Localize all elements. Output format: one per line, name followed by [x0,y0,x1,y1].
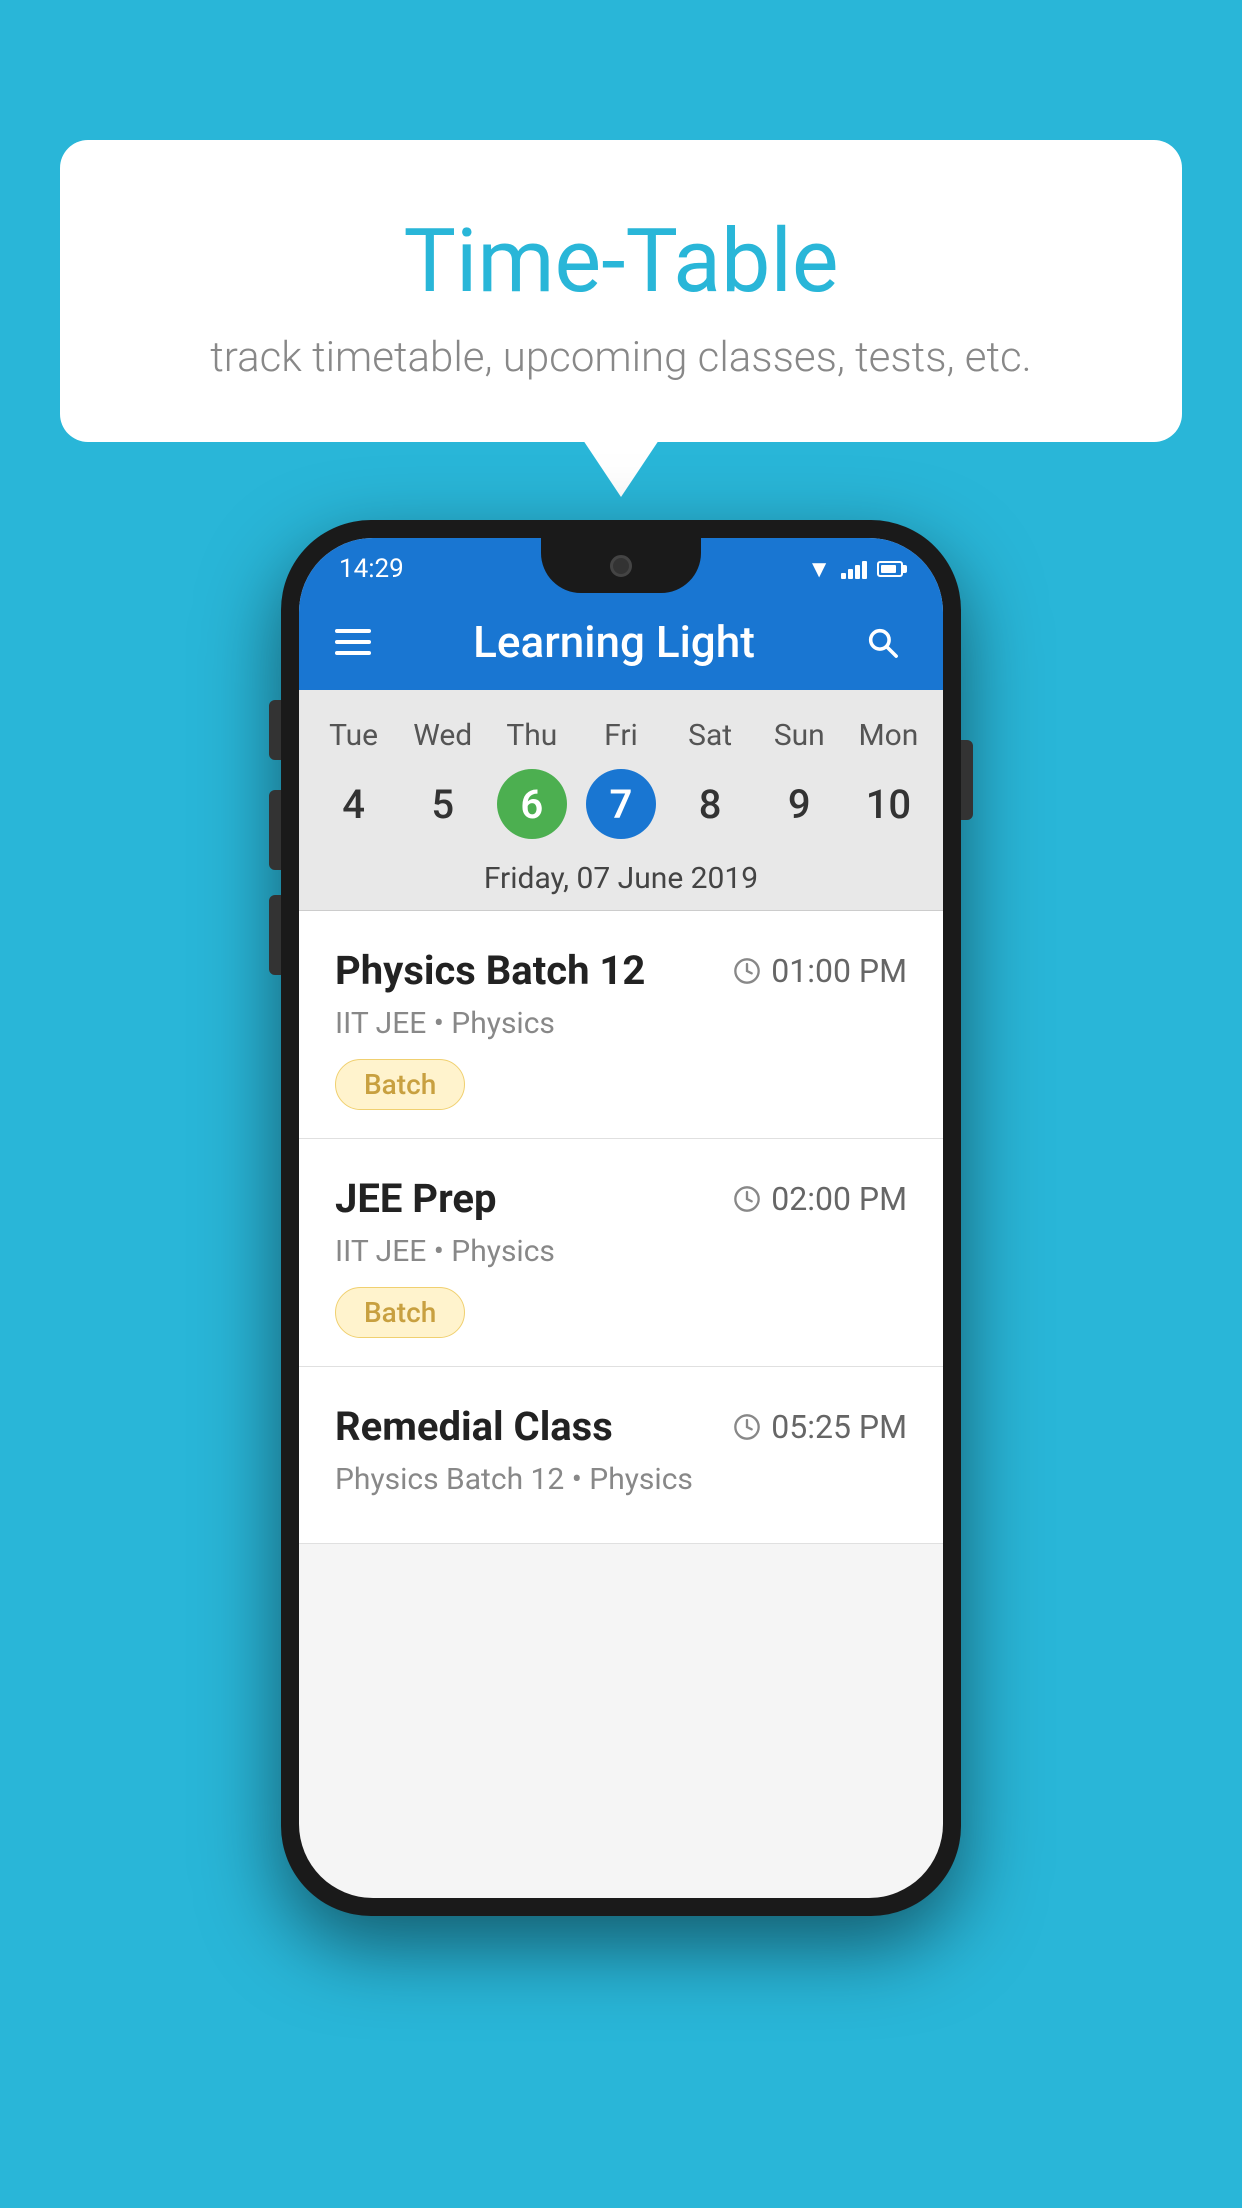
day-header-wed: Wed [398,710,487,761]
date-6-today[interactable]: 6 [497,769,567,839]
date-5[interactable]: 5 [408,769,478,839]
speech-bubble-container: Time-Table track timetable, upcoming cla… [60,140,1182,442]
phone-body: 14:29 ▼ [281,520,961,1916]
search-button[interactable] [857,617,907,667]
app-bar: Learning Light [299,594,943,690]
app-bar-title: Learning Light [473,616,755,668]
schedule-item-3-time: 05:25 PM [733,1408,907,1446]
day-header-sat: Sat [666,710,755,761]
status-time: 14:29 [339,554,404,584]
schedule-item-3-subtitle: Physics Batch 12 • Physics [335,1462,907,1497]
schedule-item-1[interactable]: Physics Batch 12 01:00 PM IIT JEE • Phys… [299,911,943,1139]
day-header-fri: Fri [576,710,665,761]
bubble-subtitle: track timetable, upcoming classes, tests… [120,333,1122,382]
phone-mockup: 14:29 ▼ [281,520,961,1916]
clock-icon-3 [733,1413,761,1441]
schedule-list: Physics Batch 12 01:00 PM IIT JEE • Phys… [299,911,943,1544]
batch-badge-1: Batch [335,1059,465,1110]
selected-date-label: Friday, 07 June 2019 [299,847,943,911]
power-button [961,740,973,820]
date-4[interactable]: 4 [319,769,389,839]
menu-button[interactable] [335,629,371,655]
phone-screen: 14:29 ▼ [299,538,943,1898]
schedule-item-1-subtitle: IIT JEE • Physics [335,1006,907,1041]
schedule-item-3-header: Remedial Class 05:25 PM [335,1403,907,1450]
batch-badge-2: Batch [335,1287,465,1338]
clock-icon-2 [733,1185,761,1213]
date-9[interactable]: 9 [764,769,834,839]
schedule-item-2-header: JEE Prep 02:00 PM [335,1175,907,1222]
calendar-strip: Tue Wed Thu Fri Sat Sun Mon 4 5 6 7 8 [299,690,943,911]
schedule-item-1-header: Physics Batch 12 01:00 PM [335,947,907,994]
schedule-item-2-time: 02:00 PM [733,1180,907,1218]
schedule-item-1-title: Physics Batch 12 [335,947,645,994]
speech-bubble: Time-Table track timetable, upcoming cla… [60,140,1182,442]
schedule-item-2-title: JEE Prep [335,1175,496,1222]
day-numbers: 4 5 6 7 8 9 10 [299,761,943,847]
day-header-tue: Tue [309,710,398,761]
volume-down-button [269,895,281,975]
schedule-item-2[interactable]: JEE Prep 02:00 PM IIT JEE • Physics Batc… [299,1139,943,1367]
schedule-item-3-title: Remedial Class [335,1403,613,1450]
clock-icon [733,957,761,985]
schedule-item-1-time: 01:00 PM [733,952,907,990]
date-7-selected[interactable]: 7 [586,769,656,839]
day-header-sun: Sun [755,710,844,761]
volume-mute-button [269,700,281,760]
schedule-item-3[interactable]: Remedial Class 05:25 PM Physics Batch 12… [299,1367,943,1544]
date-8[interactable]: 8 [675,769,745,839]
battery-icon [877,561,903,577]
bubble-title: Time-Table [120,210,1122,313]
day-header-thu: Thu [487,710,576,761]
schedule-item-2-subtitle: IIT JEE • Physics [335,1234,907,1269]
day-header-mon: Mon [844,710,933,761]
date-10[interactable]: 10 [853,769,923,839]
wifi-icon: ▼ [807,555,831,584]
volume-up-button [269,790,281,870]
day-headers: Tue Wed Thu Fri Sat Sun Mon [299,710,943,761]
front-camera [610,555,632,577]
signal-icon [841,559,867,579]
phone-notch [541,538,701,593]
status-icons: ▼ [807,555,903,584]
